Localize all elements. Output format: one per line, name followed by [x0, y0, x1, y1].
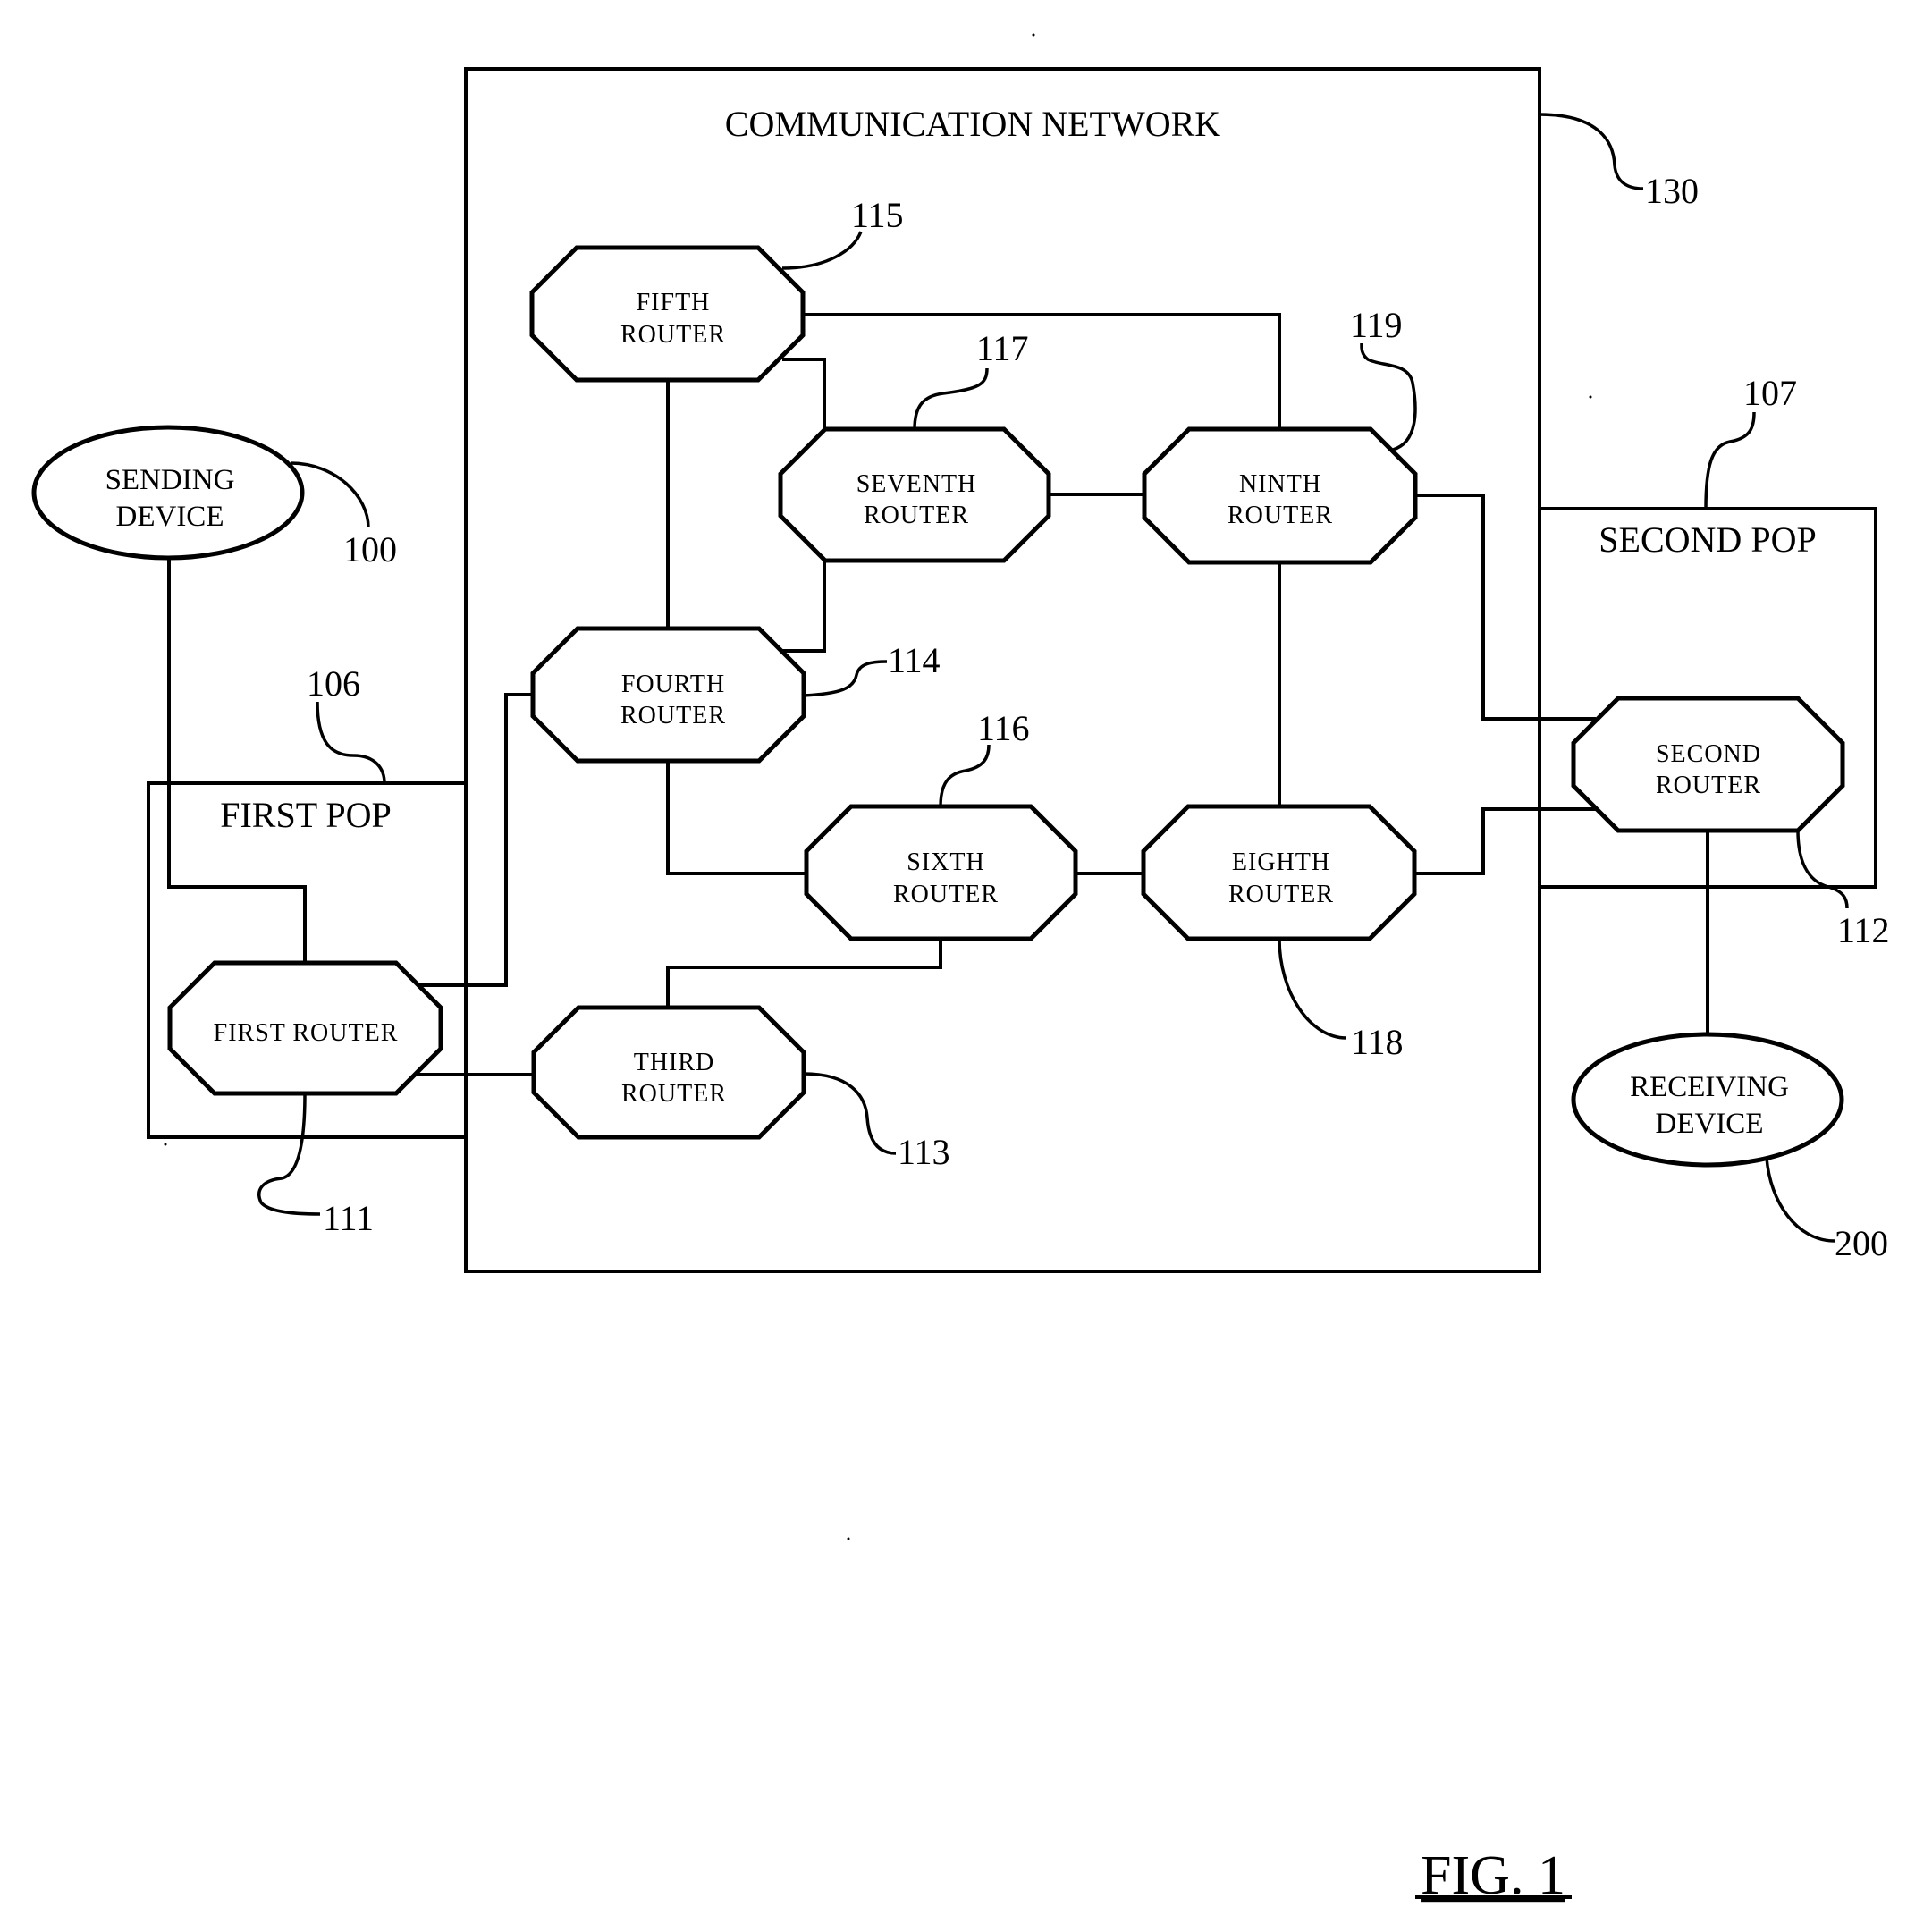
scan-dot: [164, 1143, 167, 1146]
ref-numeral-119: 119: [1350, 305, 1403, 345]
link-eighth-router-second-router: [1414, 807, 1596, 875]
link-fifth-router-ninth-router: [803, 313, 1281, 429]
scan-dot: [847, 1537, 850, 1540]
leader-line-107: [1704, 411, 1756, 510]
leader-line-130: [1539, 113, 1644, 190]
sending-device-label-line2: DEVICE: [116, 501, 224, 533]
ninth-router-label-line2: ROUTER: [1228, 502, 1333, 529]
eighth-router-label-line2: ROUTER: [1228, 881, 1334, 908]
leader-line-112: [1796, 830, 1849, 909]
leader-line-114: [803, 660, 888, 697]
leader-line-111: [257, 1093, 321, 1216]
ref-numeral-100: 100: [343, 529, 397, 569]
ref-numeral-116: 116: [977, 708, 1030, 748]
sending-device[interactable]: SENDING DEVICE: [31, 425, 305, 561]
ref-numeral-200: 200: [1835, 1223, 1888, 1263]
leader-line-113: [803, 1072, 897, 1155]
sixth-router-label-line2: ROUTER: [893, 881, 999, 908]
first-router[interactable]: FIRST ROUTER: [167, 960, 443, 1096]
network-diagram: COMMUNICATION NETWORK 130 FIRST POP 106 …: [31, 33, 1890, 1906]
link-ninth-router-second-router: [1414, 494, 1596, 721]
leader-line-115: [781, 231, 863, 270]
fifth-router-label-line2: ROUTER: [620, 321, 726, 349]
leader-line-117: [913, 367, 989, 430]
ref-numeral-130: 130: [1645, 171, 1699, 211]
ninth-router[interactable]: NINTH ROUTER: [1142, 426, 1418, 565]
link-sixth-router-third-router: [666, 939, 942, 1008]
third-router[interactable]: THIRD ROUTER: [531, 1005, 806, 1140]
seventh-router-label-line1: SEVENTH: [856, 470, 977, 498]
eighth-router[interactable]: EIGHTH ROUTER: [1141, 804, 1417, 941]
third-router-label-line1: THIRD: [634, 1049, 715, 1076]
ref-numeral-117: 117: [976, 328, 1029, 368]
ninth-router-label-line1: NINTH: [1239, 470, 1321, 498]
receiving-device[interactable]: RECEIVING DEVICE: [1571, 1032, 1844, 1168]
second-pop-label: SECOND POP: [1599, 519, 1816, 560]
fourth-router-label-line1: FOURTH: [621, 671, 725, 698]
receiving-device-label-line2: DEVICE: [1656, 1108, 1764, 1140]
second-router[interactable]: SECOND ROUTER: [1571, 696, 1845, 833]
ref-numeral-106: 106: [307, 663, 360, 704]
first-pop-label: FIRST POP: [220, 795, 392, 835]
seventh-router[interactable]: SEVENTH ROUTER: [778, 426, 1051, 563]
ref-numeral-115: 115: [851, 195, 904, 235]
scan-dot: [1589, 395, 1592, 399]
second-router-label-line2: ROUTER: [1656, 772, 1761, 799]
link-fourth-router-sixth-router: [666, 761, 806, 875]
leader-line-106: [316, 701, 386, 784]
fifth-router-label-line1: FIFTH: [637, 289, 711, 316]
sixth-router-label-line1: SIXTH: [907, 848, 984, 876]
leader-line-200: [1765, 1157, 1835, 1243]
fifth-router[interactable]: FIFTH ROUTER: [529, 245, 806, 383]
communication-network-title: COMMUNICATION NETWORK: [725, 104, 1221, 144]
ref-numeral-113: 113: [898, 1132, 950, 1172]
ref-numeral-112: 112: [1837, 910, 1890, 950]
ref-numeral-111: 111: [323, 1198, 374, 1238]
link-fourth-router-seventh-router: [782, 561, 826, 653]
eighth-router-label-line1: EIGHTH: [1232, 848, 1330, 876]
ref-numeral-107: 107: [1743, 373, 1797, 413]
seventh-router-label-line2: ROUTER: [864, 502, 969, 529]
fourth-router-label-line2: ROUTER: [620, 702, 726, 730]
ref-numeral-118: 118: [1351, 1022, 1404, 1062]
link-fifth-router-seventh-router: [782, 358, 826, 429]
link-sending-device-first-router: [167, 558, 307, 963]
second-router-label-line1: SECOND: [1656, 740, 1761, 768]
sending-device-label-line1: SENDING: [105, 464, 235, 496]
ref-numeral-114: 114: [888, 640, 941, 680]
leader-line-116: [939, 744, 991, 807]
link-first-router-fourth-router: [417, 693, 533, 987]
fourth-router[interactable]: FOURTH ROUTER: [530, 626, 806, 764]
sixth-router[interactable]: SIXTH ROUTER: [804, 804, 1078, 941]
scan-dot: [1032, 33, 1035, 37]
first-router-label: FIRST ROUTER: [214, 1019, 399, 1047]
receiving-device-label-line1: RECEIVING: [1630, 1071, 1789, 1103]
third-router-label-line2: ROUTER: [621, 1080, 727, 1108]
leader-line-118: [1278, 938, 1347, 1040]
